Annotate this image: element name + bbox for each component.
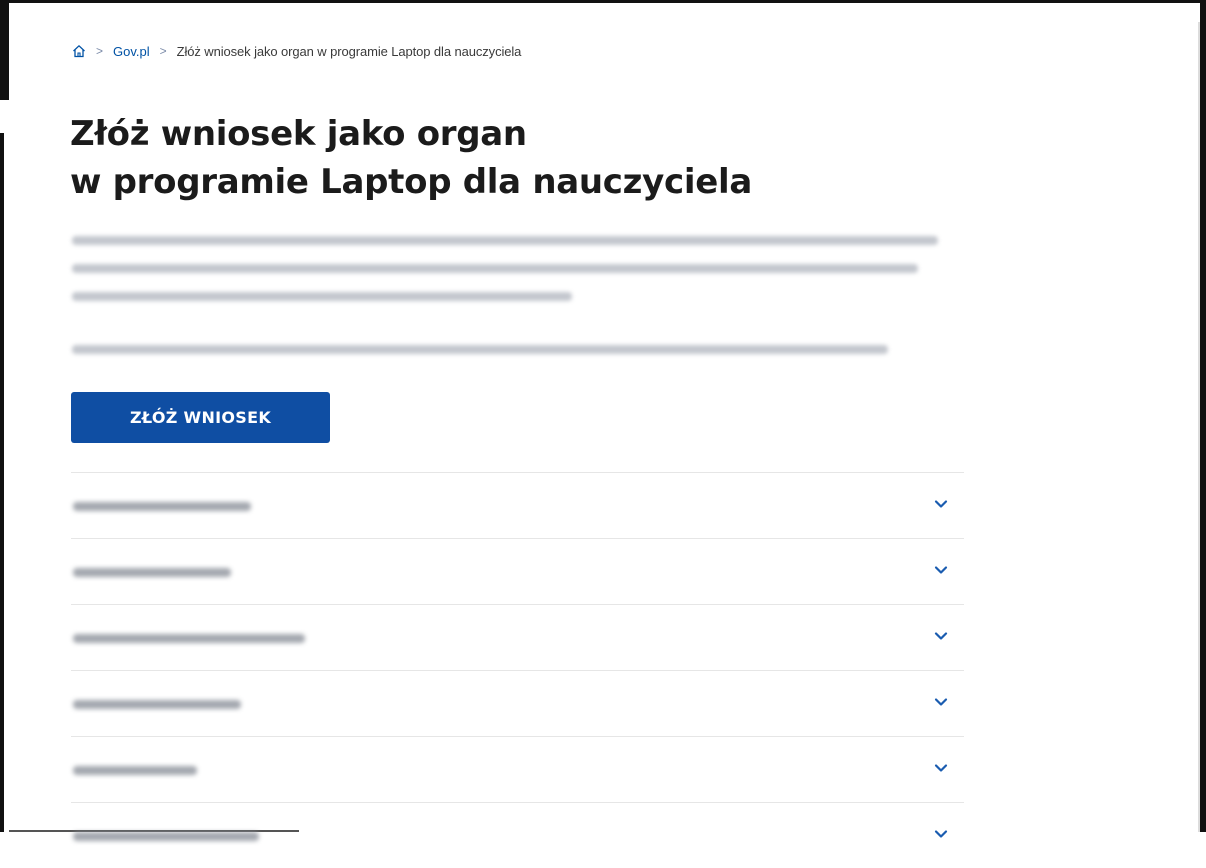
frame-border-left-lower: [0, 133, 4, 832]
accordion-item-label-blurred: [73, 700, 241, 709]
page-title-line-1: Złóż wniosek jako organ: [70, 114, 527, 154]
accordion-item[interactable]: [71, 538, 964, 604]
blurred-text-line: [72, 345, 888, 354]
accordion-item-label-blurred: [73, 766, 197, 775]
blurred-text-line: [72, 292, 572, 301]
chevron-down-icon: [934, 830, 948, 838]
page-title-line-2: w programie Laptop dla nauczyciela: [70, 162, 752, 202]
chevron-down-icon: [934, 632, 948, 640]
home-icon[interactable]: [72, 44, 86, 58]
scrollbar-track[interactable]: [1198, 22, 1200, 832]
frame-border-top: [0, 0, 1206, 3]
frame-border-right: [1200, 0, 1206, 832]
chevron-down-icon: [934, 566, 948, 574]
accordion-item-label-blurred: [73, 634, 305, 643]
chevron-down-icon: [934, 500, 948, 508]
chevron-down-icon: [934, 764, 948, 772]
frame-border-left: [0, 0, 9, 100]
blurred-text-line: [72, 236, 938, 245]
accordion-item[interactable]: [71, 670, 964, 736]
accordion-item[interactable]: [71, 736, 964, 802]
breadcrumb: > Gov.pl > Złóż wniosek jako organ w pro…: [72, 40, 521, 62]
accordion-item-label-blurred: [73, 832, 259, 841]
submit-application-button[interactable]: ZŁÓŻ WNIOSEK: [71, 392, 330, 443]
accordion-item-label-blurred: [73, 568, 231, 577]
accordion-item[interactable]: [71, 604, 964, 670]
page-title: Złóż wniosek jako organ w programie Lapt…: [70, 110, 752, 206]
accordion-item[interactable]: [71, 472, 964, 538]
breadcrumb-separator: >: [159, 44, 167, 58]
breadcrumb-separator: >: [96, 44, 104, 58]
accordion-item-label-blurred: [73, 502, 251, 511]
breadcrumb-current-page: Złóż wniosek jako organ w programie Lapt…: [176, 43, 522, 59]
blurred-text-line: [72, 264, 918, 273]
breadcrumb-link-gov-pl[interactable]: Gov.pl: [113, 44, 150, 59]
accordion: [71, 472, 964, 868]
accordion-item[interactable]: [71, 802, 964, 868]
chevron-down-icon: [934, 698, 948, 706]
